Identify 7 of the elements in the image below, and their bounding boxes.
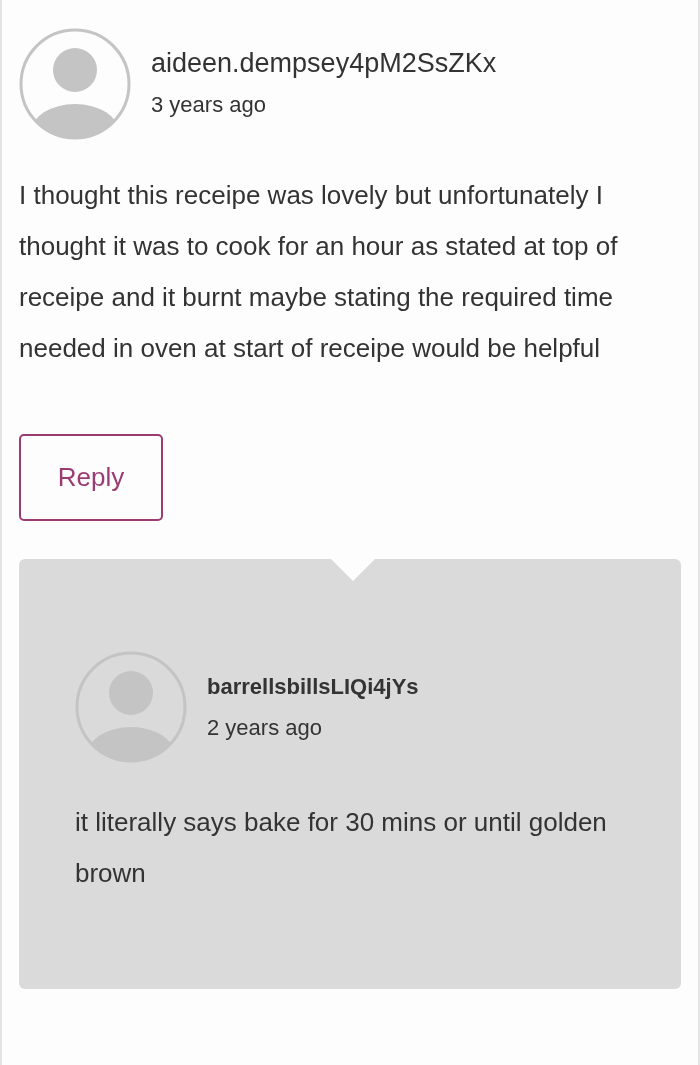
- timestamp: 2 years ago: [207, 714, 323, 742]
- reply-button[interactable]: Reply: [19, 434, 163, 521]
- username: aideen.dempsey4pM2SsZKx: [151, 47, 497, 80]
- username: barrellsbillsLIQi4jYs: [207, 673, 419, 701]
- comment-text: I thought this receipe was lovely but unfortunately I thought it was to cook for an hour as stated at top of receipe and it burnt maybe stating the required time needed in oven at start of receipe would be helpful: [19, 179, 619, 365]
- reply-text: it literally says bake for 30 mins or until golden brown: [75, 806, 608, 890]
- timestamp: 3 years ago: [151, 90, 267, 119]
